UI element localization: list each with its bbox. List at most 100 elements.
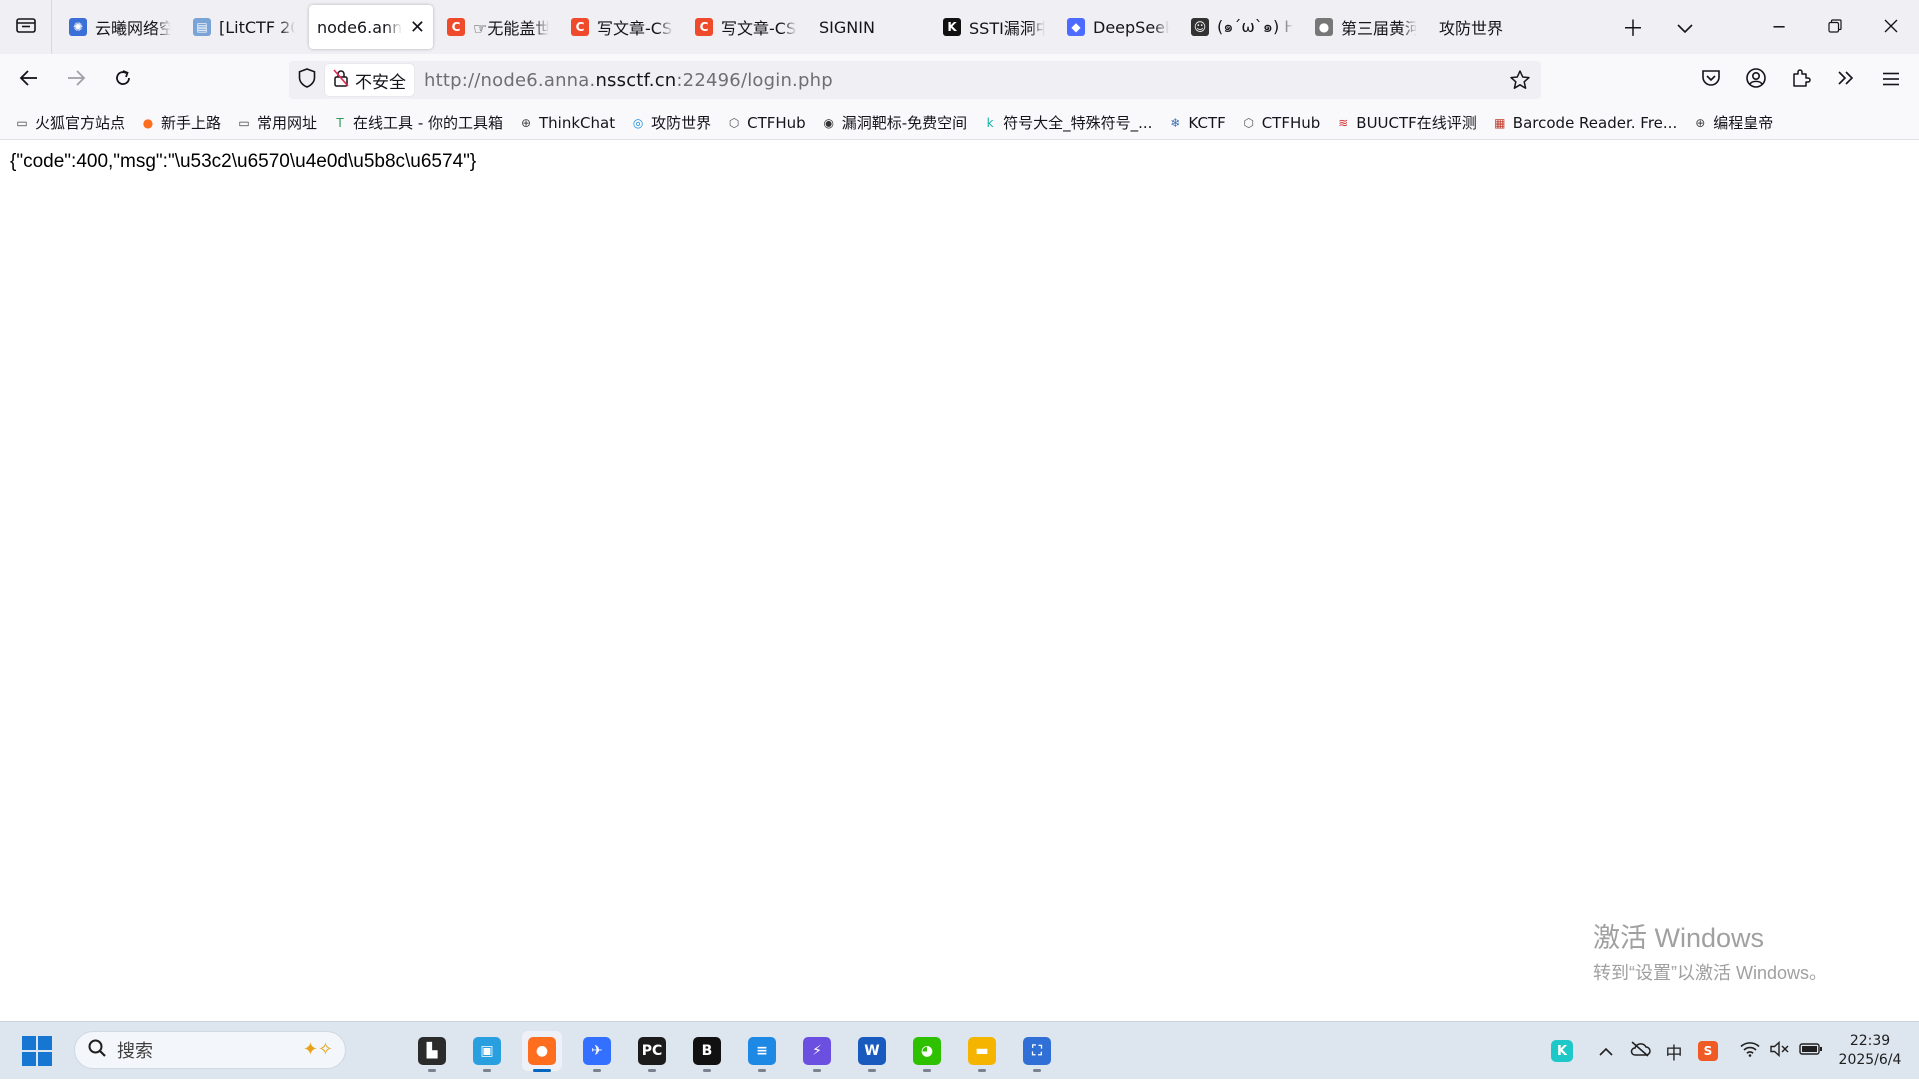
url-text[interactable]: http://node6.anna.nssctf.cn:22496/login.… xyxy=(424,70,833,91)
bookmark-item[interactable]: ⬡ CTFHub xyxy=(1241,114,1320,132)
running-indicator xyxy=(868,1069,876,1072)
more-tools-button[interactable] xyxy=(1824,58,1868,102)
bookmark-label: Barcode Reader. Fre... xyxy=(1512,113,1678,132)
taskbar-app-button[interactable]: ✈ xyxy=(577,1031,617,1072)
bookmark-item[interactable]: k 符号大全_特殊符号_... xyxy=(982,112,1153,133)
tab-list: ✺ 云曦网络空 ▤ [LitCTF 202 node6.anna ✕ C ☞无能盖世 C 写文章-… xyxy=(58,0,1552,54)
tab[interactable]: ☺ (๑´ω`๑) Hi xyxy=(1183,5,1301,49)
account-button[interactable] xyxy=(1734,58,1778,102)
taskbar-search-box[interactable]: 搜索 ✦✧ xyxy=(74,1031,346,1069)
tab[interactable]: ◆ DeepSeek xyxy=(1059,5,1177,49)
json-response-text: {"code":400,"msg":"\u53c2\u6570\u4e0d\u5… xyxy=(10,151,477,172)
bookmark-item[interactable]: ● 新手上路 xyxy=(140,112,221,133)
running-indicator xyxy=(648,1069,656,1072)
close-window-button[interactable] xyxy=(1863,0,1919,54)
windows-logo-quad xyxy=(38,1052,52,1066)
taskbar-app-button[interactable]: PC xyxy=(632,1031,672,1072)
bookmark-label: 符号大全_特殊符号_... xyxy=(1003,114,1153,132)
tab[interactable]: C 写文章-CSD xyxy=(687,5,805,49)
taskbar-app-button[interactable]: B xyxy=(687,1031,727,1072)
tab-title: node6.anna xyxy=(317,17,402,37)
csdn-favicon: C xyxy=(447,18,465,36)
tab-active[interactable]: node6.anna ✕ xyxy=(309,5,433,49)
folder-icon: ▭ xyxy=(238,115,250,130)
back-button[interactable] xyxy=(7,58,51,102)
taskbar-app-button[interactable]: W xyxy=(852,1031,892,1072)
restore-button[interactable] xyxy=(1807,0,1863,54)
bookmark-item[interactable]: ≋ BUUCTF在线评测 xyxy=(1335,112,1477,133)
sogou-ime-button[interactable]: S xyxy=(1691,1031,1725,1071)
tab[interactable]: C 写文章-CSD xyxy=(563,5,681,49)
tab-title: SIGNIN xyxy=(819,17,875,37)
url-host: nssctf.cn xyxy=(595,69,677,91)
k-favicon: K xyxy=(943,18,961,36)
new-tab-button[interactable]: ＋ xyxy=(1607,0,1659,54)
tray-app-k-button[interactable]: K xyxy=(1545,1031,1579,1071)
notepad-icon: ≡ xyxy=(748,1037,776,1065)
windows-logo-quad xyxy=(38,1036,52,1050)
input-method-button[interactable]: 中 xyxy=(1657,1031,1691,1071)
tab-title: 第三届黄河 xyxy=(1341,19,1417,38)
tabstrip-controls: ＋ ─ xyxy=(1607,0,1919,54)
arrow-right-icon xyxy=(66,69,86,91)
volume-button[interactable] xyxy=(1765,1031,1795,1071)
bookmark-item[interactable]: ◎ 攻防世界 xyxy=(630,112,711,133)
tab[interactable]: C ☞无能盖世 xyxy=(439,5,557,49)
chevrons-right-icon xyxy=(1837,70,1855,90)
minimize-button[interactable]: ─ xyxy=(1751,0,1807,54)
tab-overflow-button[interactable] xyxy=(1659,0,1711,54)
running-indicator xyxy=(483,1069,491,1072)
tab[interactable]: K SSTI漏洞中 xyxy=(935,5,1053,49)
reload-button[interactable] xyxy=(101,58,145,102)
list-all-tabs-button[interactable] xyxy=(0,0,52,54)
bookmark-item[interactable]: ⊕ ThinkChat xyxy=(518,114,615,132)
store-icon: ⛶ xyxy=(1023,1037,1051,1065)
watermark-subtitle: 转到“设置”以激活 Windows。 xyxy=(1593,963,1828,983)
taskbar-app-button[interactable]: ▣ xyxy=(467,1031,507,1072)
bookmark-label: 编程皇帝 xyxy=(1713,114,1774,132)
running-indicator xyxy=(428,1069,436,1072)
tab[interactable]: 攻防世界 xyxy=(1431,5,1549,49)
tab[interactable]: ▤ [LitCTF 202 xyxy=(185,5,303,49)
pocket-button[interactable] xyxy=(1689,58,1733,102)
taskbar-app-button[interactable]: ▬ xyxy=(962,1031,1002,1072)
site-favicon: ✺ xyxy=(69,18,87,36)
taskbar-app-button[interactable]: ≡ xyxy=(742,1031,782,1072)
site-security-button[interactable]: 不安全 xyxy=(325,64,414,96)
firefox-icon: ● xyxy=(142,115,154,130)
taskbar-app-button[interactable]: ◕ xyxy=(907,1031,947,1072)
address-bar[interactable]: 不安全 http://node6.anna.nssctf.cn:22496/lo… xyxy=(289,61,1541,99)
taskbar-app-button[interactable]: ⚡ xyxy=(797,1031,837,1072)
onedrive-button[interactable] xyxy=(1623,1031,1657,1071)
tray-spacer xyxy=(1579,1031,1589,1071)
show-hidden-icons-button[interactable] xyxy=(1589,1031,1623,1071)
bookmark-item[interactable]: ◉ 漏洞靶标-免费空间 xyxy=(821,112,967,133)
extensions-button[interactable] xyxy=(1779,58,1823,102)
forward-button[interactable] xyxy=(54,58,98,102)
wifi-icon xyxy=(1740,1041,1760,1062)
battery-button[interactable] xyxy=(1795,1031,1827,1071)
clock-button[interactable]: 22:39 2025/6/4 xyxy=(1827,1032,1913,1070)
bookmark-item[interactable]: ❄ KCTF xyxy=(1167,114,1225,132)
star-icon xyxy=(1509,70,1531,95)
bookmark-item[interactable]: ▦ Barcode Reader. Fre... xyxy=(1492,114,1677,132)
close-tab-icon[interactable]: ✕ xyxy=(410,17,425,38)
bookmark-item[interactable]: T 在线工具 - 你的工具箱 xyxy=(332,112,503,133)
barcode-icon: ▦ xyxy=(1494,115,1506,130)
tab[interactable]: ● 第三届黄河 xyxy=(1307,5,1425,49)
taskbar-app-button[interactable]: ⛶ xyxy=(1017,1031,1057,1072)
network-button[interactable] xyxy=(1735,1031,1765,1071)
bookmark-item[interactable]: ⬡ CTFHub xyxy=(726,114,806,132)
bookmark-item[interactable]: ▭ 火狐官方站点 xyxy=(14,112,125,133)
taskbar-app-button[interactable]: ● xyxy=(522,1031,562,1072)
tab-strip: ✺ 云曦网络空 ▤ [LitCTF 202 node6.anna ✕ C ☞无能盖世 C 写文章-… xyxy=(0,0,1919,54)
tracking-protection-button[interactable] xyxy=(289,68,325,92)
bookmark-star-button[interactable] xyxy=(1509,69,1531,95)
taskbar-app-button[interactable]: ▙ xyxy=(412,1031,452,1072)
bookmark-item[interactable]: ⊕ 编程皇帝 xyxy=(1692,112,1773,133)
tab[interactable]: SIGNIN xyxy=(811,5,929,49)
app-menu-button[interactable] xyxy=(1869,58,1913,102)
bookmark-item[interactable]: ▭ 常用网址 xyxy=(236,112,317,133)
start-button[interactable] xyxy=(22,1036,52,1066)
tab[interactable]: ✺ 云曦网络空 xyxy=(61,5,179,49)
